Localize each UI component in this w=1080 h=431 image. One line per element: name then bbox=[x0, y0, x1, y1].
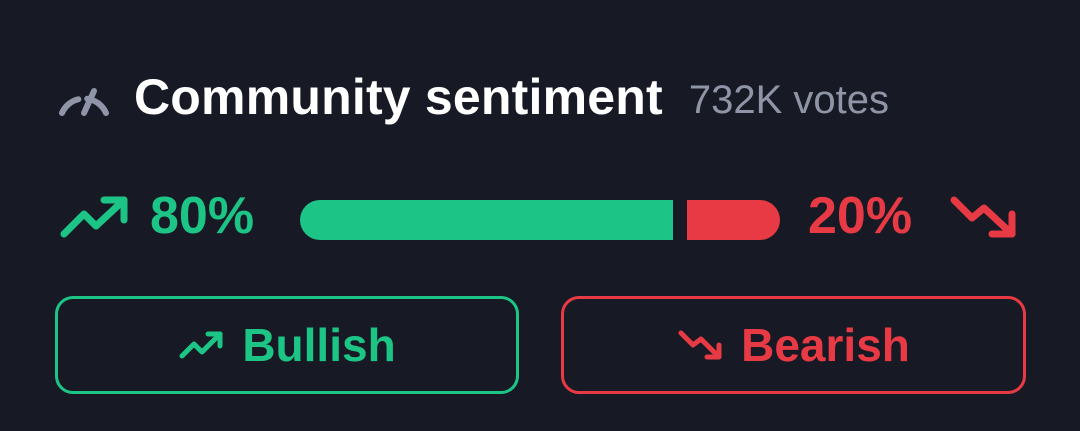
gauge-icon bbox=[56, 77, 112, 117]
trend-up-icon bbox=[179, 331, 223, 359]
bullish-button[interactable]: Bullish bbox=[55, 296, 519, 394]
trend-down-icon bbox=[678, 330, 722, 360]
sentiment-row: 80% 20% bbox=[58, 182, 1028, 258]
bullish-bar-segment bbox=[300, 200, 673, 240]
bearish-percent: 20% bbox=[808, 187, 913, 245]
bullish-percent: 80% bbox=[150, 187, 255, 245]
sentiment-card: Community sentiment 732K votes 80% 20% B… bbox=[0, 0, 1080, 431]
sentiment-bar bbox=[300, 200, 780, 240]
bearish-button-label: Bearish bbox=[741, 319, 910, 371]
bearish-button[interactable]: Bearish bbox=[561, 296, 1026, 394]
trend-up-icon bbox=[58, 194, 132, 240]
page-title: Community sentiment bbox=[134, 69, 663, 125]
trend-down-icon bbox=[948, 192, 1022, 242]
bearish-bar-segment bbox=[687, 200, 780, 240]
vote-count: 732K votes bbox=[688, 77, 889, 122]
sentiment-header: Community sentiment 732K votes bbox=[56, 62, 889, 132]
bullish-button-label: Bullish bbox=[242, 319, 396, 371]
